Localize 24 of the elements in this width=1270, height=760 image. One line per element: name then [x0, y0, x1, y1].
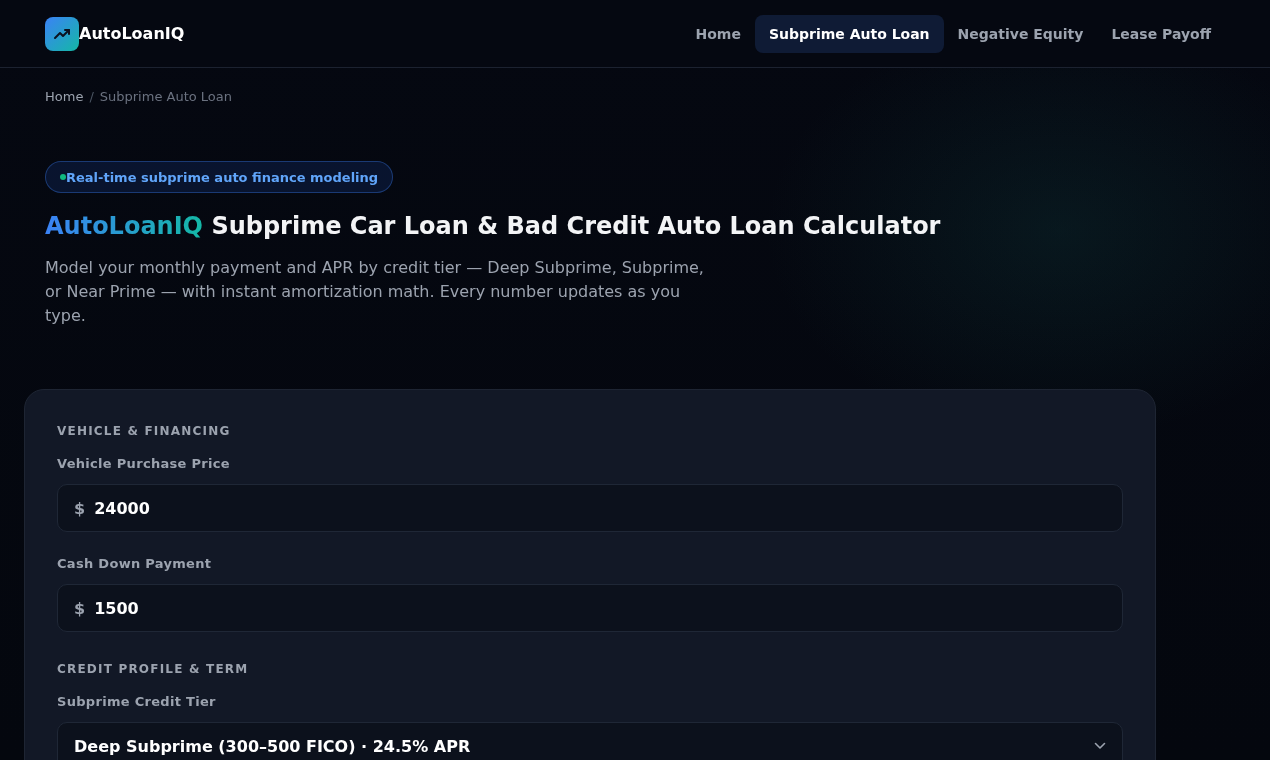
status-dot-icon	[60, 174, 66, 180]
nav-link[interactable]: Lease Payoff	[1097, 14, 1225, 53]
currency-input-field[interactable]: $ 24000	[57, 484, 1123, 532]
breadcrumb-link[interactable]: Subprime Auto Loan	[99, 88, 232, 104]
badge-text: Real-time subprime auto finance modeling	[66, 169, 379, 185]
section-heading: CREDIT PROFILE & TERM	[57, 661, 250, 677]
field-label: Vehicle Purchase Price	[57, 456, 231, 472]
breadcrumb-separator: /	[89, 88, 94, 104]
chevron-down-icon	[1094, 742, 1106, 750]
select-field[interactable]: Deep Subprime (300–500 FICO) · 24.5% APR	[57, 722, 1123, 760]
breadcrumb-link[interactable]: Home	[45, 88, 84, 104]
page-title: AutoLoanIQ Subprime Car Loan & Bad Credit Auto Loan Calculator	[45, 211, 942, 242]
brand-name: AutoLoanIQ	[79, 24, 185, 43]
trend-up-icon	[45, 16, 79, 51]
nav-link[interactable]: Home	[681, 14, 755, 53]
page-description: Model your monthly payment and APR by credit tier — Deep Subprime, Subprime, or Near Prime — with instant amortization math. Every number updates as you type.	[45, 257, 705, 327]
currency-symbol: $	[74, 598, 86, 618]
nav-link[interactable]: Negative Equity	[943, 14, 1098, 53]
currency-symbol: $	[74, 498, 86, 518]
field-label: Cash Down Payment	[57, 556, 213, 572]
currency-input-field[interactable]: $ 1500	[57, 584, 1123, 632]
nav-link[interactable]: Subprime Auto Loan	[754, 14, 944, 53]
field-label: Subprime Credit Tier	[57, 694, 217, 710]
section-heading: VEHICLE & FINANCING	[57, 423, 232, 439]
